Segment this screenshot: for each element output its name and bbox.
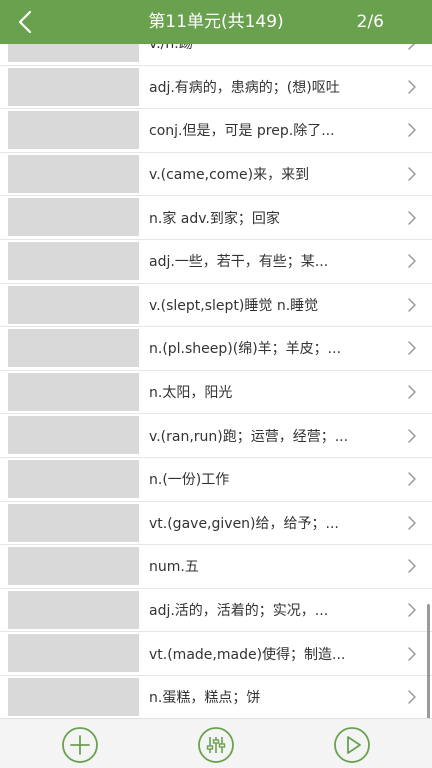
word-definition: vt.(made,made)使得；制造... (149, 646, 346, 663)
word-list-content: v./n.踢 adj.有病的，患病的；(想)呕吐 conj.但是，可是 prep.除… (0, 44, 432, 718)
plus-circle-icon (62, 727, 98, 763)
list-item[interactable]: vt.(gave,given)给，给予；... (0, 502, 432, 546)
chevron-right-icon (408, 298, 416, 312)
list-item[interactable]: v.(slept,slept)睡觉 n.睡觉 (0, 284, 432, 328)
word-definition: n.家 adv.到家；回家 (149, 210, 280, 227)
chevron-right-icon (408, 516, 416, 530)
page-indicator: 2/6 (356, 12, 384, 32)
word-definition: n.太阳，阳光 (149, 385, 233, 402)
chevron-right-icon (408, 472, 416, 486)
list-item[interactable]: num.五 (0, 545, 432, 589)
word-definition: v.(came,come)来，来到 (149, 167, 310, 184)
word-definition: adj.有病的，患病的；(想)呕吐 (149, 79, 340, 96)
chevron-right-icon (408, 559, 416, 574)
word-definition: v.(ran,run)跑；运营，经营；... (149, 428, 349, 445)
list-item[interactable]: adj.有病的，患病的；(想)呕吐 (0, 66, 432, 110)
word-definition: v.(slept,slept)睡觉 n.睡觉 (149, 297, 319, 314)
header-bar: 第11单元(共149) 2/6 (0, 0, 432, 44)
word-thumbnail (8, 372, 139, 411)
word-thumbnail (8, 503, 139, 542)
word-thumbnail (8, 154, 139, 193)
word-definition: num.五 (149, 559, 199, 576)
word-definition: n.蛋糕，糕点；饼 (149, 690, 261, 707)
list-item[interactable]: conj.但是，可是 prep.除了... (0, 109, 432, 153)
list-item[interactable]: adj.活的，活着的；实况，... (0, 589, 432, 633)
word-thumbnail (8, 329, 139, 368)
list-item[interactable]: v.(came,come)来，来到 (0, 153, 432, 197)
word-definition: conj.但是，可是 prep.除了... (149, 123, 335, 140)
list-item[interactable]: v.(ran,run)跑；运营，经营；... (0, 414, 432, 458)
bottom-toolbar (0, 718, 432, 768)
word-definition: v./n.踢 (149, 44, 193, 53)
add-button[interactable] (61, 726, 99, 764)
list-item[interactable]: n.家 adv.到家；回家 (0, 196, 432, 240)
word-definition: adj.一些，若干，有些；某... (149, 254, 329, 271)
word-definition: adj.活的，活着的；实况，... (149, 603, 329, 620)
word-definition: n.(pl.sheep)(绵)羊；羊皮；... (149, 341, 342, 358)
chevron-right-icon (408, 603, 416, 617)
word-thumbnail (8, 44, 139, 62)
chevron-right-icon (408, 385, 416, 399)
word-thumbnail (8, 459, 139, 498)
list-item[interactable]: n.蛋糕，糕点；饼 (0, 676, 432, 718)
chevron-right-icon (408, 80, 416, 94)
word-thumbnail (8, 198, 139, 237)
word-definition: vt.(gave,given)给，给予；... (149, 515, 339, 532)
chevron-right-icon (408, 210, 416, 225)
list-item[interactable]: v./n.踢 (0, 44, 432, 66)
list-item[interactable]: adj.一些，若干，有些；某... (0, 240, 432, 284)
settings-button[interactable] (197, 726, 235, 764)
word-thumbnail (8, 285, 139, 324)
list-item[interactable]: n.(pl.sheep)(绵)羊；羊皮；... (0, 327, 432, 371)
word-thumbnail (8, 67, 139, 106)
word-definition: n.(一份)工作 (149, 472, 230, 489)
play-circle-icon (334, 727, 370, 763)
scrollbar[interactable] (427, 604, 430, 718)
chevron-right-icon (408, 341, 416, 356)
chevron-right-icon (408, 123, 416, 138)
list-item[interactable]: vt.(made,made)使得；制造... (0, 632, 432, 676)
word-thumbnail (8, 416, 139, 455)
chevron-right-icon (408, 428, 416, 443)
word-thumbnail (8, 241, 139, 280)
list-item[interactable]: n.太阳，阳光 (0, 371, 432, 415)
chevron-right-icon (408, 646, 416, 661)
word-list: v./n.踢 adj.有病的，患病的；(想)呕吐 conj.但是，可是 prep.除… (0, 44, 432, 718)
back-button[interactable] (10, 6, 42, 38)
list-item[interactable]: n.(一份)工作 (0, 458, 432, 502)
word-thumbnail (8, 677, 139, 716)
play-button[interactable] (333, 726, 371, 764)
sliders-icon (198, 727, 234, 763)
chevron-right-icon (408, 44, 416, 51)
chevron-right-icon (408, 690, 416, 704)
word-thumbnail (8, 547, 139, 586)
word-thumbnail (8, 590, 139, 629)
chevron-right-icon (408, 167, 416, 181)
chevron-left-icon (18, 10, 32, 34)
word-thumbnail (8, 634, 139, 673)
chevron-right-icon (408, 254, 416, 269)
word-thumbnail (8, 111, 139, 150)
